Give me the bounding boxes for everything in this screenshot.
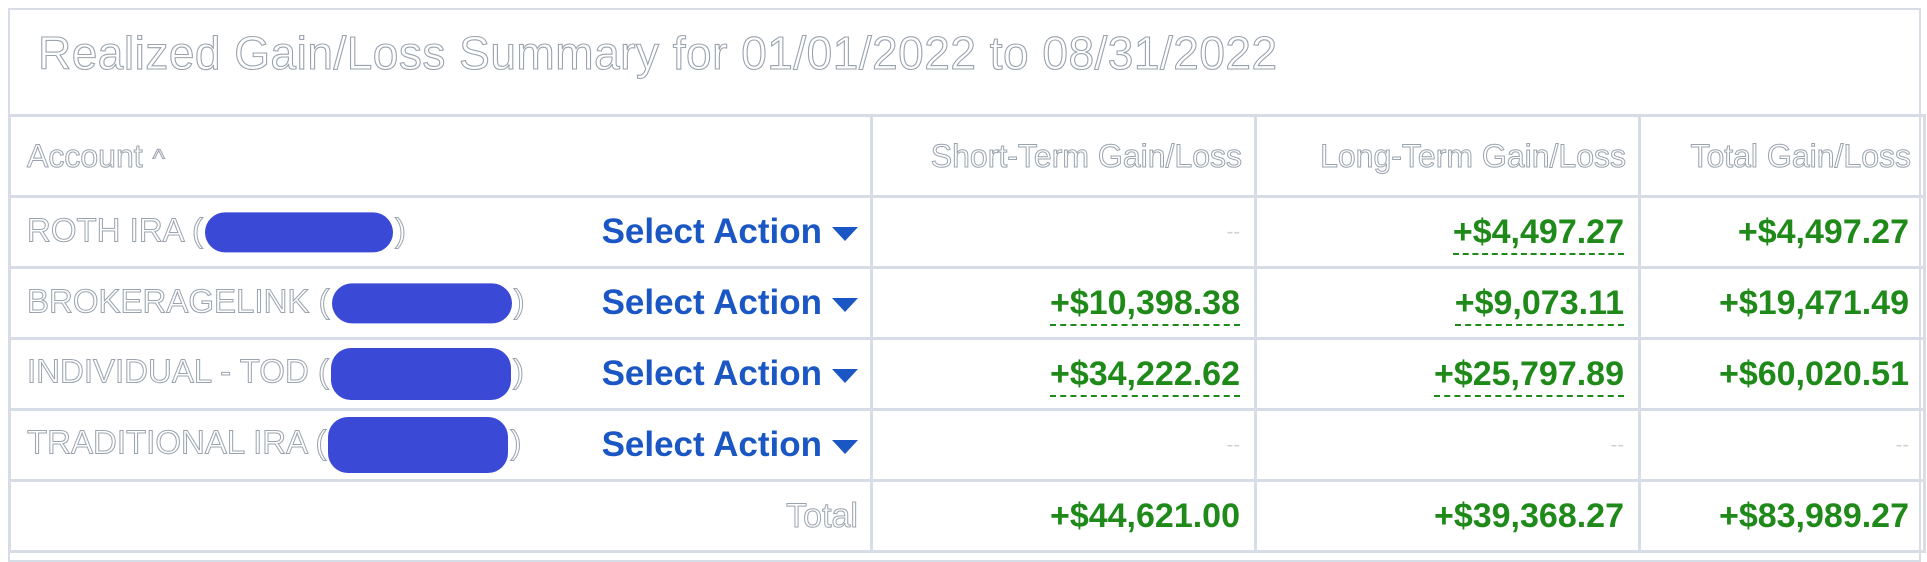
column-header-total[interactable]: Total Gain/Loss bbox=[1638, 114, 1926, 198]
page-title: Realized Gain/Loss Summary for 01/01/202… bbox=[37, 26, 1278, 79]
account-cell: TRADITIONAL IRA () Select Action bbox=[8, 408, 873, 482]
total-short-term-value: +$44,621.00 bbox=[870, 479, 1257, 553]
account-cell: ROTH IRA () Select Action bbox=[8, 195, 873, 269]
account-name: TRADITIONAL IRA () bbox=[26, 417, 522, 473]
account-name: BROKERAGELINK () bbox=[27, 282, 525, 324]
long-term-value[interactable]: +$4,497.27 bbox=[1254, 195, 1641, 269]
table-row: ROTH IRA () Select Action -- +$4,497.27 … bbox=[8, 195, 1926, 269]
table-header-row: Account ^ Short-Term Gain/Loss Long-Term … bbox=[8, 114, 1926, 198]
account-name: INDIVIDUAL - TOD () bbox=[27, 348, 524, 400]
grand-total-value: +$83,989.27 bbox=[1638, 479, 1926, 553]
column-header-account-label: Account bbox=[27, 137, 144, 174]
column-header-short-term[interactable]: Short-Term Gain/Loss bbox=[870, 114, 1257, 198]
table-row: TRADITIONAL IRA () Select Action -- -- -… bbox=[8, 408, 1926, 482]
account-name: ROTH IRA () bbox=[26, 211, 407, 253]
caret-down-icon bbox=[832, 368, 858, 383]
total-value: +$4,497.27 bbox=[1638, 195, 1926, 269]
caret-down-icon bbox=[832, 439, 858, 454]
short-term-value[interactable]: +$34,222.62 bbox=[870, 337, 1257, 411]
select-action-dropdown[interactable]: Select Action bbox=[602, 283, 858, 323]
table-row: BROKERAGELINK () Select Action +$10,398.… bbox=[8, 266, 1926, 340]
total-value: +$60,020.51 bbox=[1638, 337, 1926, 411]
select-action-dropdown[interactable]: Select Action bbox=[602, 354, 858, 394]
redacted-account-number bbox=[205, 212, 394, 253]
select-action-dropdown[interactable]: Select Action bbox=[602, 212, 858, 252]
redacted-account-number bbox=[330, 348, 511, 400]
long-term-value[interactable]: +$9,073.11 bbox=[1254, 266, 1641, 340]
sort-ascending-icon[interactable]: ^ bbox=[152, 142, 165, 174]
caret-down-icon bbox=[832, 297, 858, 312]
total-label: Total bbox=[8, 479, 873, 553]
gain-loss-table: Account ^ Short-Term Gain/Loss Long-Term … bbox=[8, 114, 1926, 553]
short-term-value[interactable]: +$10,398.38 bbox=[870, 266, 1257, 340]
column-header-account[interactable]: Account ^ bbox=[8, 114, 873, 198]
total-value: -- bbox=[1638, 408, 1926, 482]
total-long-term-value: +$39,368.27 bbox=[1254, 479, 1641, 553]
short-term-value: -- bbox=[870, 195, 1257, 269]
table-row: INDIVIDUAL - TOD () Select Action +$34,2… bbox=[8, 337, 1926, 411]
total-value: +$19,471.49 bbox=[1638, 266, 1926, 340]
long-term-value[interactable]: +$25,797.89 bbox=[1254, 337, 1641, 411]
column-header-long-term[interactable]: Long-Term Gain/Loss bbox=[1254, 114, 1641, 198]
caret-down-icon bbox=[832, 226, 858, 241]
short-term-value: -- bbox=[870, 408, 1257, 482]
account-cell: BROKERAGELINK () Select Action bbox=[8, 266, 873, 340]
redacted-account-number bbox=[328, 417, 509, 473]
totals-row: Total +$44,621.00 +$39,368.27 +$83,989.2… bbox=[8, 479, 1926, 553]
account-cell: INDIVIDUAL - TOD () Select Action bbox=[8, 337, 873, 411]
redacted-account-number bbox=[331, 283, 512, 324]
long-term-value: -- bbox=[1254, 408, 1641, 482]
select-action-dropdown[interactable]: Select Action bbox=[602, 425, 858, 465]
